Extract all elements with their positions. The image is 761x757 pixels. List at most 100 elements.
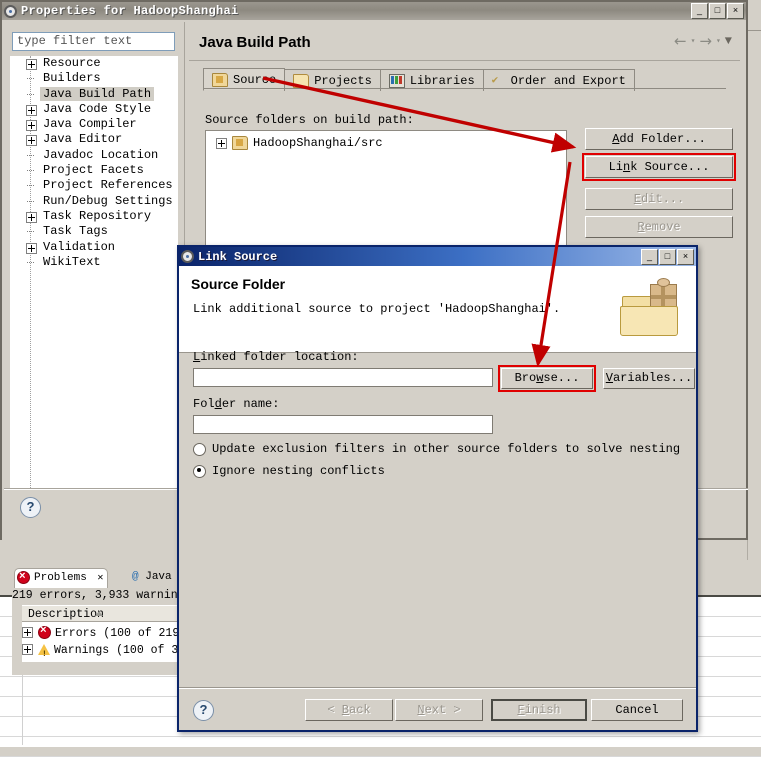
- tree-item-label: Run/Debug Settings: [43, 193, 173, 208]
- tree-item-label: Task Tags: [43, 224, 108, 239]
- tree-dash: [27, 261, 34, 264]
- linked-folder-location-label: Linked folder location:: [193, 350, 359, 364]
- expand-icon[interactable]: [26, 59, 37, 70]
- tree-item-run-debug-settings[interactable]: Run/Debug Settings: [10, 194, 178, 209]
- back-icon[interactable]: ←: [674, 32, 687, 50]
- link-source-title-bar[interactable]: Link Source _ □ ×: [179, 247, 696, 266]
- source-folder-label: HadoopShanghai/src: [253, 136, 383, 150]
- tree-item-label: WikiText: [43, 254, 101, 269]
- error-icon: [38, 623, 51, 640]
- tree-item-java-compiler[interactable]: Java Compiler: [10, 117, 178, 132]
- tree-item-task-repository[interactable]: Task Repository: [10, 209, 178, 224]
- tree-dash: [27, 170, 34, 172]
- expand-icon[interactable]: [216, 137, 227, 149]
- tree-dash: [27, 154, 34, 157]
- link-source-help-button[interactable]: ?: [193, 700, 214, 721]
- minimize-icon[interactable]: _: [641, 248, 658, 265]
- source-folders-label: Source folders on build path:: [205, 113, 414, 127]
- link-source-dialog-title: Link Source: [198, 249, 278, 264]
- build-path-button-column: Add Folder... Link Source... Edit... Rem…: [582, 128, 736, 244]
- tab-problems[interactable]: Problems ✕: [14, 568, 109, 588]
- expand-icon[interactable]: [26, 104, 37, 116]
- tree-item-builders[interactable]: Builders: [10, 71, 178, 86]
- tree-item-label: Builders: [43, 71, 101, 86]
- filter-input[interactable]: type filter text: [12, 32, 175, 51]
- back-chevron-down-icon[interactable]: ▾: [691, 36, 696, 46]
- properties-tree[interactable]: Resource Builders Java Build Path Java C…: [10, 56, 178, 490]
- expand-icon[interactable]: [22, 644, 33, 656]
- folder-name-input[interactable]: [193, 415, 493, 434]
- problems-row-errors-label: Errors (100 of 219: [55, 627, 180, 640]
- back-button: < Back: [305, 699, 393, 721]
- source-folder-icon: [212, 72, 228, 87]
- tree-item-java-build-path[interactable]: Java Build Path: [10, 86, 178, 102]
- tree-item-resource[interactable]: Resource: [10, 56, 178, 71]
- tabs-divider: [203, 88, 726, 89]
- expand-icon[interactable]: [26, 211, 37, 223]
- folder-name-label: Folder name:: [193, 397, 280, 411]
- tab-java-label: Java: [145, 571, 172, 583]
- radio-ignore-nesting-conflicts[interactable]: Ignore nesting conflicts: [193, 464, 385, 478]
- radio-icon[interactable]: [193, 442, 206, 456]
- folder-with-package-icon: [620, 278, 682, 338]
- tree-item-java-editor[interactable]: Java Editor: [10, 132, 178, 147]
- cancel-button[interactable]: Cancel: [591, 699, 683, 721]
- problems-row-warnings[interactable]: Warnings (100 of 39: [22, 642, 200, 663]
- problems-column-header[interactable]: Description: [22, 605, 197, 622]
- tree-item-wikitext[interactable]: WikiText: [10, 255, 178, 270]
- forward-chevron-down-icon[interactable]: ▾: [716, 36, 721, 46]
- tab-libraries-label: Libraries: [409, 73, 475, 88]
- add-folder-button[interactable]: Add Folder...: [585, 128, 733, 150]
- tree-dash: [27, 78, 34, 80]
- problems-icon: [17, 568, 30, 587]
- expand-icon[interactable]: [22, 627, 33, 639]
- expand-icon[interactable]: [26, 242, 37, 254]
- minimize-icon[interactable]: _: [691, 3, 708, 19]
- tree-item-javadoc-location[interactable]: Javadoc Location: [10, 148, 178, 163]
- tab-java[interactable]: @ Java: [130, 568, 172, 587]
- projects-icon: [293, 73, 310, 88]
- tree-dash: [27, 185, 34, 187]
- libraries-icon: [388, 73, 405, 88]
- tree-item-project-references[interactable]: Project References: [10, 178, 178, 193]
- variables-button[interactable]: Variables...: [603, 368, 695, 389]
- close-icon[interactable]: ✕: [97, 573, 103, 584]
- window-controls: _ □ ×: [691, 3, 744, 19]
- properties-help-button[interactable]: ?: [20, 497, 41, 518]
- maximize-icon[interactable]: □: [659, 248, 676, 265]
- problems-view: Problems ✕ @ Java 219 errors, 3,933 warn…: [12, 565, 202, 675]
- problems-row-warnings-label: Warnings (100 of 39: [54, 644, 186, 657]
- close-icon[interactable]: ×: [677, 248, 694, 265]
- forward-icon[interactable]: →: [699, 32, 712, 50]
- link-source-footer: ? < Back Next > Finish Cancel: [179, 690, 696, 730]
- radio-icon-selected[interactable]: [193, 464, 206, 478]
- tree-item-project-facets[interactable]: Project Facets: [10, 163, 178, 178]
- table-row: [0, 737, 761, 757]
- link-source-banner: Source Folder Link additional source to …: [179, 266, 696, 353]
- tree-item-label: Project References: [43, 178, 173, 193]
- tree-dash: [27, 200, 34, 203]
- maximize-icon[interactable]: □: [709, 3, 726, 19]
- expand-icon[interactable]: [26, 120, 37, 132]
- browse-button[interactable]: Browse...: [498, 365, 596, 392]
- tree-item-label: Java Code Style: [43, 101, 152, 116]
- order-export-icon: ✔: [491, 74, 499, 87]
- background-right-rule: [747, 30, 761, 31]
- tree-item-task-tags[interactable]: Task Tags: [10, 224, 178, 239]
- tab-source-label: Source: [233, 72, 277, 87]
- expand-icon[interactable]: [26, 135, 37, 147]
- radio-ignore-nesting-conflicts-label: Ignore nesting conflicts: [212, 464, 385, 478]
- view-menu-icon[interactable]: ▼: [725, 34, 732, 48]
- tree-item-java-code-style[interactable]: Java Code Style: [10, 102, 178, 117]
- window-controls: _ □ ×: [641, 248, 694, 265]
- link-source-button[interactable]: Link Source...: [582, 153, 736, 181]
- linked-folder-location-input[interactable]: [193, 368, 493, 387]
- radio-update-exclusion-filters[interactable]: Update exclusion filters in other source…: [193, 442, 680, 456]
- banner-description: Link additional source to project 'Hadoo…: [193, 302, 561, 316]
- problems-row-errors[interactable]: Errors (100 of 219: [22, 623, 200, 642]
- tree-item-validation[interactable]: Validation: [10, 240, 178, 255]
- close-icon[interactable]: ×: [727, 3, 744, 19]
- properties-title-bar[interactable]: Properties for HadoopShanghai _ □ ×: [2, 2, 746, 20]
- tree-item-label: Java Compiler: [43, 117, 137, 132]
- source-folder-item[interactable]: HadoopShanghai/src: [216, 136, 566, 150]
